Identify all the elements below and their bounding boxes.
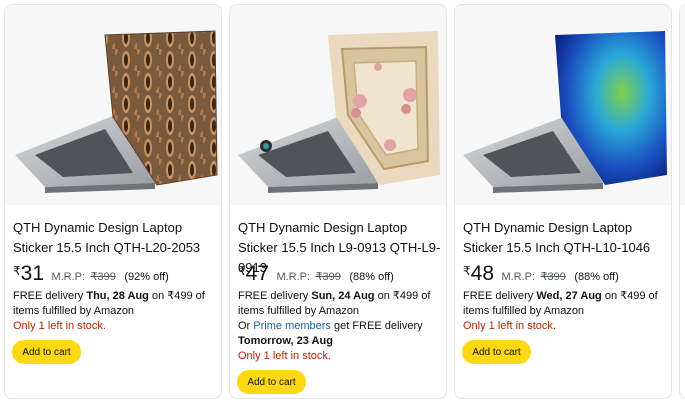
add-to-cart-button[interactable]: Add to cart bbox=[237, 370, 306, 394]
price-value: 47 bbox=[245, 262, 269, 285]
delivery-prefix: FREE delivery bbox=[463, 290, 534, 302]
price-row: ₹47 M.R.P: ₹399 (88% off) bbox=[238, 262, 394, 288]
currency-symbol: ₹ bbox=[463, 264, 471, 278]
delivery-prefix: FREE delivery bbox=[238, 290, 309, 302]
product-image[interactable] bbox=[455, 5, 671, 205]
product-card-partial[interactable] bbox=[679, 4, 685, 399]
delivery-info: FREE delivery Sun, 24 Aug on ₹499 of ite… bbox=[238, 289, 444, 364]
delivery-prefix: FREE delivery bbox=[13, 290, 84, 302]
prime-members-link[interactable]: Prime members bbox=[253, 320, 331, 332]
currency-symbol: ₹ bbox=[238, 264, 246, 278]
prime-suffix: get FREE delivery bbox=[333, 320, 423, 332]
laptop-bronze-pattern-icon bbox=[15, 30, 218, 193]
add-to-cart-button[interactable]: Add to cart bbox=[12, 340, 81, 364]
product-card[interactable]: QTH Dynamic Design Laptop Sticker 15.5 I… bbox=[229, 4, 447, 399]
product-card[interactable]: QTH Dynamic Design Laptop Sticker 15.5 I… bbox=[454, 4, 672, 399]
delivery-info: FREE delivery Wed, 27 Aug on ₹499 of ite… bbox=[463, 289, 669, 334]
delivery-date: Wed, 27 Aug bbox=[536, 290, 602, 302]
product-image[interactable] bbox=[5, 5, 221, 205]
stock-status: Only 1 left in stock. bbox=[13, 320, 106, 332]
prime-delivery-line: Or Prime members get FREE delivery bbox=[238, 319, 444, 334]
add-to-cart-button[interactable]: Add to cart bbox=[462, 340, 531, 364]
discount-text: (92% off) bbox=[124, 271, 169, 283]
delivery-info: FREE delivery Thu, 28 Aug on ₹499 of ite… bbox=[13, 289, 219, 334]
discount-text: (88% off) bbox=[349, 271, 394, 283]
currency-symbol: ₹ bbox=[13, 264, 21, 278]
delivery-date: Sun, 24 Aug bbox=[311, 290, 375, 302]
product-card[interactable]: QTH Dynamic Design Laptop Sticker 15.5 I… bbox=[4, 4, 222, 399]
stock-status: Only 1 left in stock. bbox=[238, 350, 331, 362]
stock-status: Only 1 left in stock. bbox=[463, 320, 556, 332]
product-image[interactable] bbox=[230, 5, 446, 205]
prime-prefix: Or bbox=[238, 320, 251, 332]
mrp-value: ₹399 bbox=[315, 271, 341, 283]
product-image[interactable] bbox=[680, 5, 685, 205]
product-title[interactable]: QTH Dynamic Design Laptop Sticker 15.5 I… bbox=[463, 218, 667, 258]
laptop-floral-frame-icon bbox=[238, 31, 440, 193]
mrp-label: M.R.P: bbox=[501, 271, 536, 283]
prime-delivery-date: Tomorrow, 23 Aug bbox=[238, 335, 333, 347]
mrp-value: ₹399 bbox=[540, 271, 566, 283]
product-title[interactable]: QTH Dynamic Design Laptop Sticker 15.5 I… bbox=[13, 218, 217, 258]
delivery-date: Thu, 28 Aug bbox=[86, 290, 149, 302]
mrp-label: M.R.P: bbox=[276, 271, 311, 283]
mrp-value: ₹399 bbox=[90, 271, 116, 283]
laptop-blue-gradient-icon bbox=[463, 31, 667, 193]
discount-text: (88% off) bbox=[574, 271, 619, 283]
price-value: 48 bbox=[470, 262, 494, 285]
mrp-label: M.R.P: bbox=[51, 271, 86, 283]
price-value: 31 bbox=[20, 262, 44, 285]
price-row: ₹31 M.R.P: ₹399 (92% off) bbox=[13, 262, 169, 288]
price-row: ₹48 M.R.P: ₹399 (88% off) bbox=[463, 262, 619, 288]
